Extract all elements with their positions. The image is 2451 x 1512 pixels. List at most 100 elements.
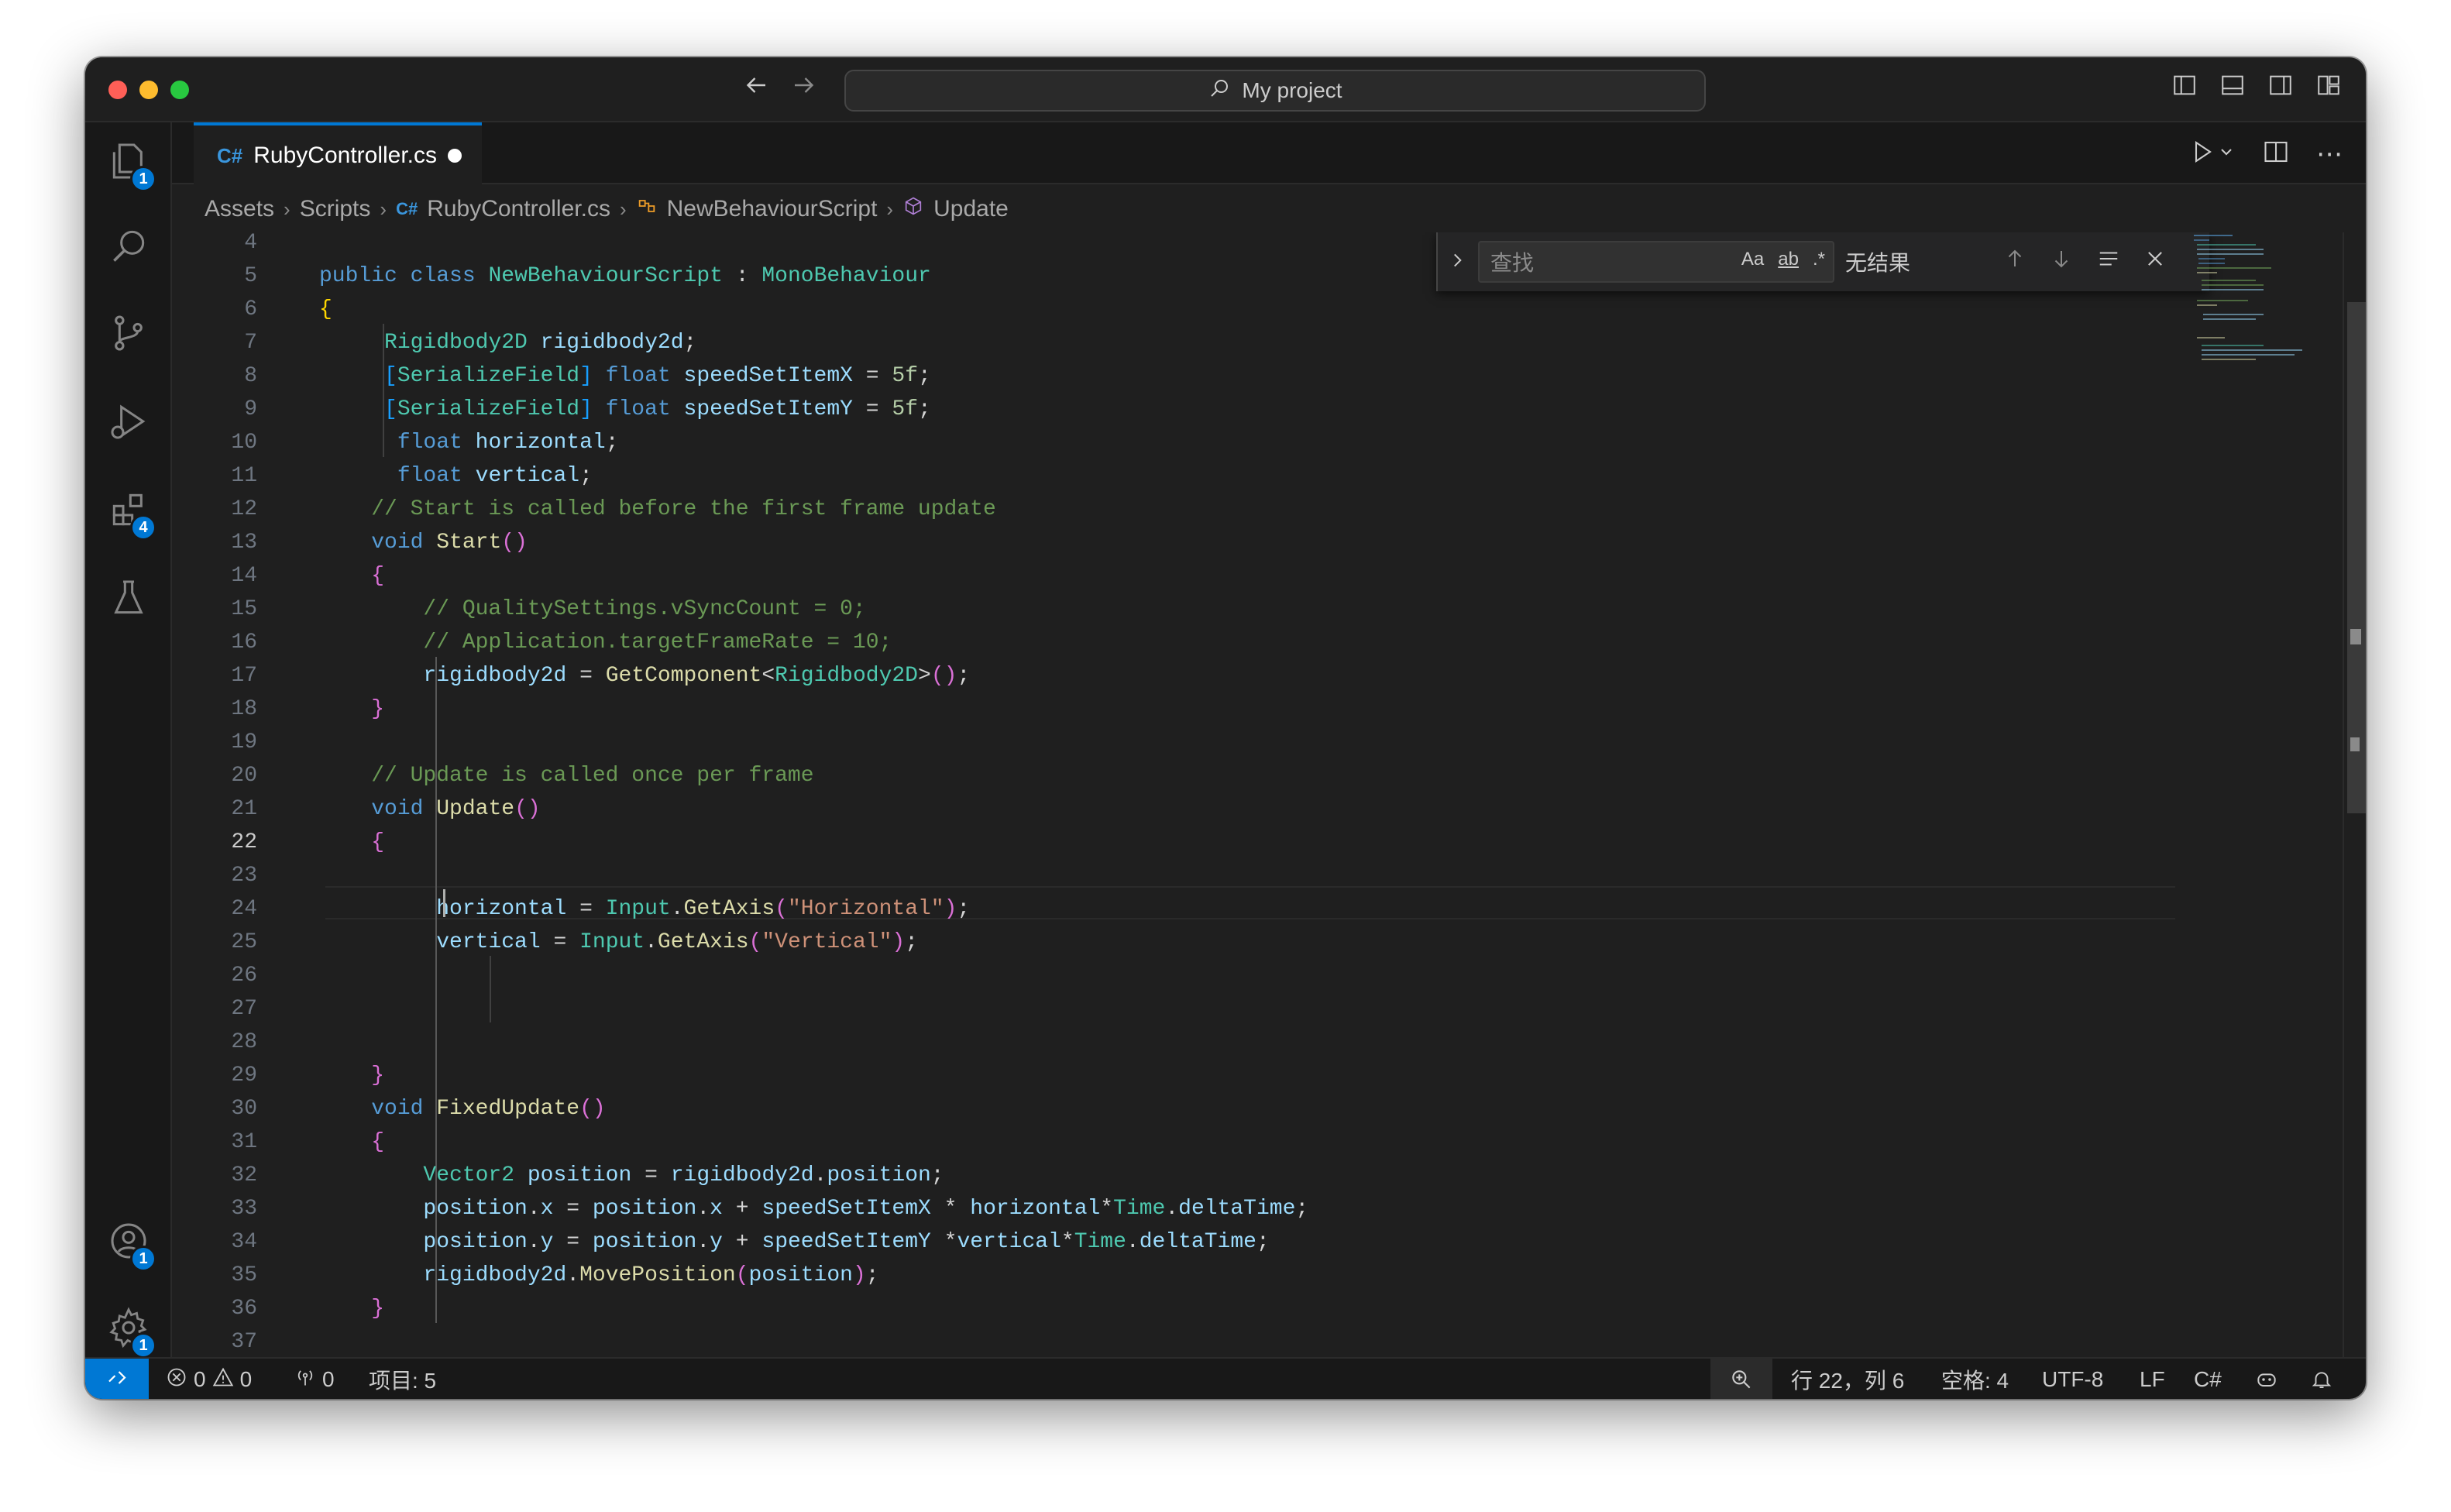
toggle-secondary-sidebar-icon[interactable] bbox=[2267, 71, 2295, 99]
code-line[interactable]: Rigidbody2D rigidbody2d; bbox=[319, 326, 696, 359]
code-line[interactable]: void Update() bbox=[319, 792, 540, 826]
search-icon[interactable] bbox=[85, 208, 172, 285]
code-line[interactable]: } bbox=[319, 692, 384, 726]
line-number: 8 bbox=[244, 364, 257, 388]
unsaved-dot-icon[interactable] bbox=[448, 149, 462, 163]
indentation[interactable]: 空格: 4 bbox=[1941, 1359, 2009, 1399]
extensions-badge: 4 bbox=[130, 514, 156, 541]
source-control-icon[interactable] bbox=[85, 294, 172, 372]
code-line[interactable]: { bbox=[319, 559, 384, 593]
projects-indicator[interactable]: 项目: 5 bbox=[369, 1359, 436, 1399]
breadcrumb-class[interactable]: NewBehaviourScript bbox=[667, 196, 878, 222]
back-arrow-icon[interactable] bbox=[742, 71, 770, 108]
code-line[interactable]: Vector2 position = rigidbody2d.position; bbox=[319, 1159, 944, 1192]
run-debug-icon[interactable] bbox=[85, 383, 172, 460]
toggle-panel-icon[interactable] bbox=[2219, 71, 2246, 99]
code-line[interactable]: { bbox=[319, 293, 332, 326]
cursor-position[interactable]: 行 22，列 6 bbox=[1791, 1359, 1904, 1399]
code-line[interactable]: rigidbody2d.MovePosition(position); bbox=[319, 1259, 878, 1292]
code-line[interactable]: position.y = position.y + speedSetItemY … bbox=[319, 1225, 1269, 1259]
find-input[interactable]: 查找 Aa ab .* bbox=[1478, 241, 1834, 283]
code-line[interactable]: // Update is called once per frame bbox=[319, 759, 813, 792]
toggle-replace-chevron-icon[interactable] bbox=[1447, 250, 1467, 274]
ports-count: 0 bbox=[322, 1367, 335, 1391]
line-number: 35 bbox=[231, 1263, 257, 1287]
line-number-gutter: 4 5 6 7 8 9 10 11 12 13 14 15 16 17 18 19 20 21 22 23 24 25 26… bbox=[172, 232, 257, 1357]
testing-flask-icon[interactable] bbox=[85, 559, 172, 637]
line-number: 11 bbox=[231, 464, 257, 488]
explorer-icon[interactable]: 1 bbox=[85, 122, 172, 200]
copilot-icon[interactable] bbox=[2254, 1359, 2279, 1399]
code-line[interactable]: // Application.targetFrameRate = 10; bbox=[319, 626, 892, 659]
minimize-window-button[interactable] bbox=[139, 81, 158, 99]
problems-indicator[interactable]: 0 0 bbox=[166, 1359, 252, 1399]
broadcast-icon bbox=[294, 1366, 316, 1393]
code-line[interactable]: { bbox=[319, 826, 384, 859]
line-ending[interactable]: LF bbox=[2140, 1359, 2165, 1399]
code-text[interactable]: public class NewBehaviourScript : MonoBe… bbox=[319, 232, 2271, 1357]
code-line[interactable]: vertical = Input.GetAxis("Vertical"); bbox=[319, 926, 918, 959]
code-line[interactable]: } bbox=[319, 1059, 384, 1092]
forward-arrow-icon[interactable] bbox=[790, 71, 818, 108]
line-number: 26 bbox=[231, 964, 257, 988]
split-editor-icon[interactable] bbox=[2262, 138, 2290, 170]
close-window-button[interactable] bbox=[108, 81, 127, 99]
notifications-bell-icon[interactable] bbox=[2310, 1359, 2333, 1399]
extensions-icon[interactable]: 4 bbox=[85, 471, 172, 548]
code-line[interactable]: { bbox=[319, 1125, 384, 1159]
breadcrumb-assets[interactable]: Assets bbox=[205, 196, 274, 222]
line-number: 19 bbox=[231, 730, 257, 754]
accounts-icon[interactable]: 1 bbox=[85, 1202, 172, 1280]
code-line[interactable]: void FixedUpdate() bbox=[319, 1092, 606, 1125]
code-line[interactable]: float horizontal; bbox=[319, 426, 619, 459]
line-number: 28 bbox=[231, 1030, 257, 1054]
more-actions-icon[interactable]: ⋯ bbox=[2316, 141, 2343, 167]
scrollbar-thumb[interactable] bbox=[2347, 302, 2366, 813]
close-find-icon[interactable] bbox=[2144, 248, 2166, 276]
code-line[interactable]: void Start() bbox=[319, 526, 528, 559]
previous-match-arrow-icon[interactable] bbox=[2003, 247, 2026, 277]
command-center-label: My project bbox=[1242, 78, 1342, 102]
code-line[interactable]: } bbox=[319, 1292, 384, 1325]
zoom-icon[interactable] bbox=[1710, 1359, 1772, 1399]
error-count: 0 bbox=[194, 1367, 206, 1391]
line-number: 13 bbox=[231, 531, 257, 555]
next-match-arrow-icon[interactable] bbox=[2050, 247, 2073, 277]
vertical-scrollbar[interactable] bbox=[2343, 232, 2366, 1357]
language-mode[interactable]: C# bbox=[2194, 1359, 2222, 1399]
maximize-window-button[interactable] bbox=[170, 81, 189, 99]
code-line[interactable]: [SerializeField] float speedSetItemY = 5… bbox=[319, 393, 931, 426]
code-editor[interactable]: 4 5 6 7 8 9 10 11 12 13 14 15 16 17 18 19 20 21 22 23 24 25 26… bbox=[172, 232, 2366, 1357]
remote-indicator-icon[interactable] bbox=[85, 1359, 149, 1399]
code-line[interactable]: public class NewBehaviourScript : MonoBe… bbox=[319, 259, 931, 293]
breadcrumb-file[interactable]: RubyController.cs bbox=[427, 196, 610, 222]
breadcrumb-method[interactable]: Update bbox=[933, 196, 1009, 222]
minimap[interactable] bbox=[2186, 232, 2341, 387]
code-line[interactable]: position.x = position.x + speedSetItemX … bbox=[319, 1192, 1308, 1225]
run-debug-dropdown-icon[interactable] bbox=[2189, 138, 2236, 170]
command-center-search[interactable]: My project bbox=[844, 70, 1706, 112]
regex-toggle[interactable]: .* bbox=[1813, 249, 1825, 270]
code-line[interactable]: horizontal = Input.GetAxis("Horizontal")… bbox=[319, 892, 970, 926]
whole-word-toggle[interactable]: ab bbox=[1778, 249, 1799, 270]
breadcrumb-scripts[interactable]: Scripts bbox=[300, 196, 371, 222]
toggle-primary-sidebar-icon[interactable] bbox=[2171, 71, 2198, 99]
code-line[interactable]: float vertical; bbox=[319, 459, 593, 493]
manage-gear-icon[interactable]: 1 bbox=[85, 1289, 172, 1366]
line-number: 21 bbox=[231, 797, 257, 821]
line-number: 20 bbox=[231, 764, 257, 788]
line-number: 34 bbox=[231, 1230, 257, 1254]
ports-indicator[interactable]: 0 bbox=[294, 1359, 335, 1399]
search-icon bbox=[1208, 77, 1231, 105]
encoding[interactable]: UTF-8 bbox=[2042, 1359, 2103, 1399]
customize-layout-icon[interactable] bbox=[2315, 71, 2343, 99]
code-line[interactable]: // Start is called before the first fram… bbox=[319, 493, 996, 526]
code-line[interactable]: rigidbody2d = GetComponent<Rigidbody2D>(… bbox=[319, 659, 970, 692]
find-result-text: 无结果 bbox=[1845, 251, 1911, 275]
code-line[interactable]: // QualitySettings.vSyncCount = 0; bbox=[319, 593, 865, 626]
code-line[interactable]: [SerializeField] float speedSetItemX = 5… bbox=[319, 359, 931, 393]
line-number: 9 bbox=[244, 397, 257, 421]
find-in-selection-icon[interactable] bbox=[2096, 247, 2121, 277]
match-case-toggle[interactable]: Aa bbox=[1741, 249, 1764, 270]
tab-rubycontroller[interactable]: C# RubyController.cs bbox=[194, 122, 482, 186]
